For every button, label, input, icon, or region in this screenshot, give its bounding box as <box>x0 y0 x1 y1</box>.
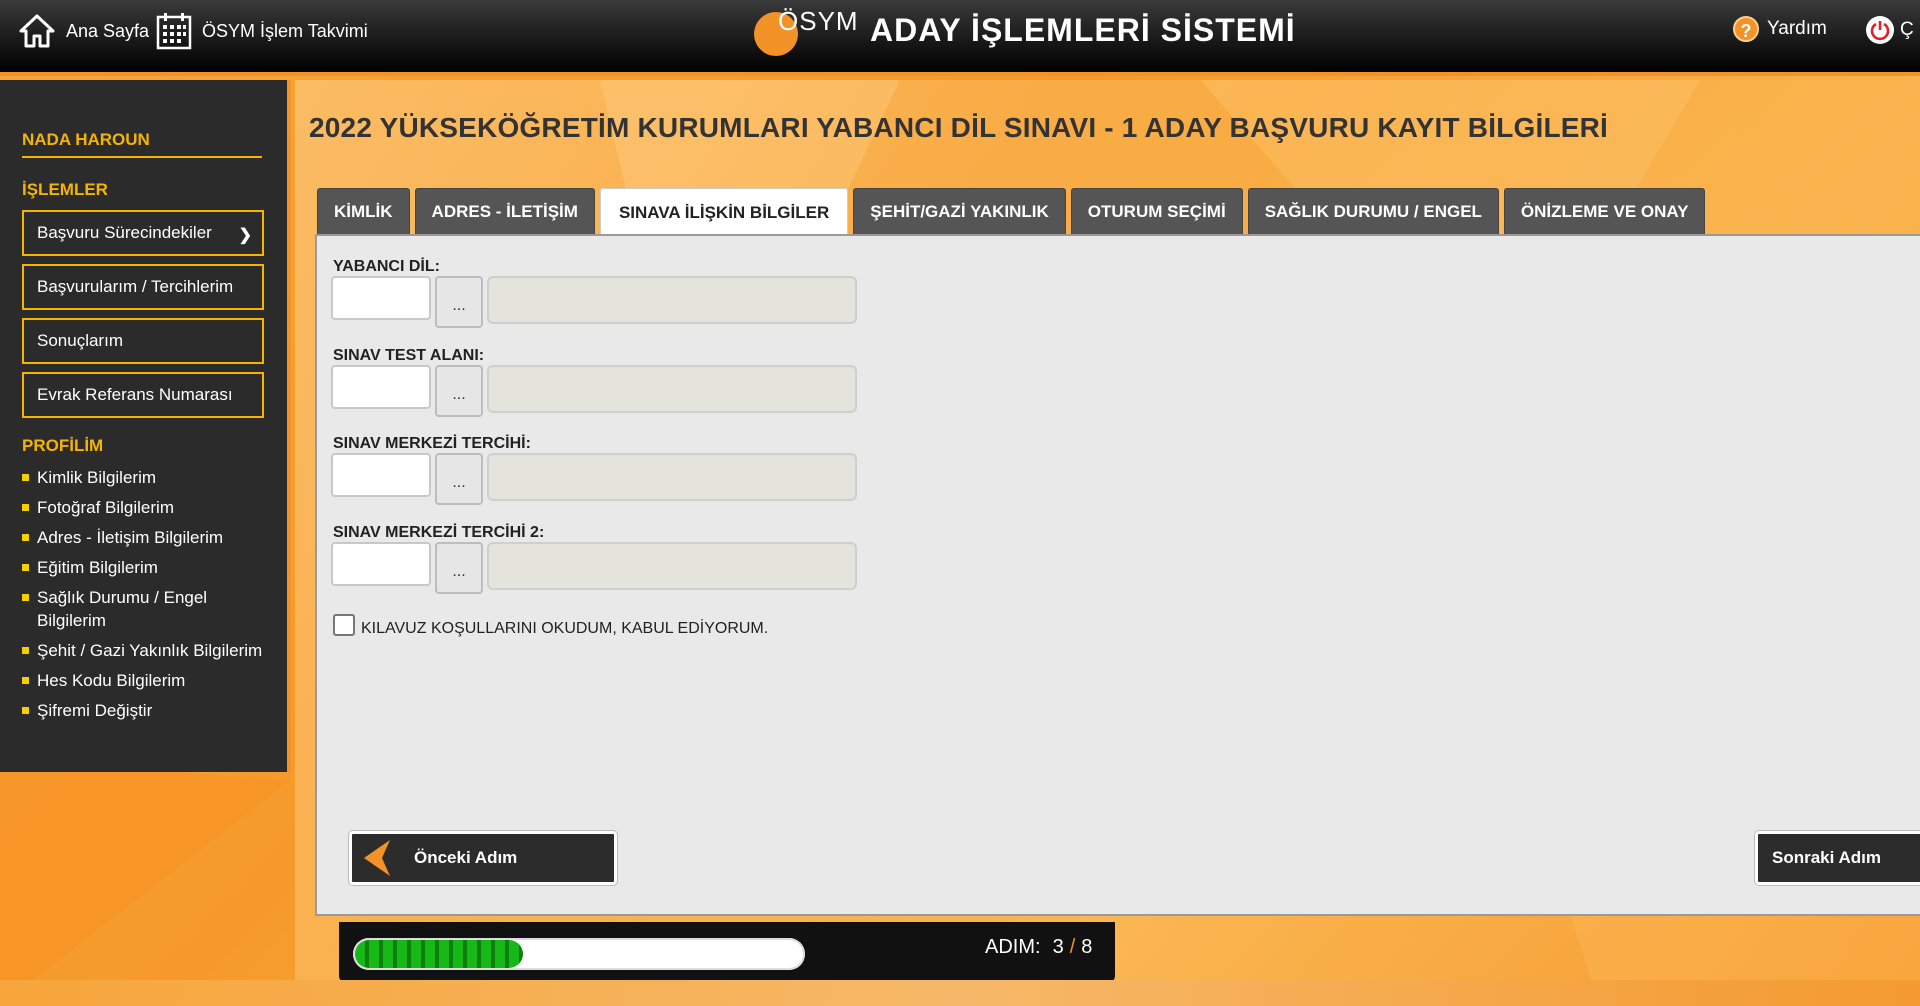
tab-address-contact[interactable]: ADRES - İLETİŞİM <box>414 188 595 234</box>
test-area-label: SINAV TEST ALANI: <box>333 347 485 364</box>
home-icon <box>18 12 56 50</box>
chevron-right-icon: ❯ <box>238 227 252 244</box>
step-current: 3 <box>1052 936 1064 958</box>
exam-center-2-code-input[interactable] <box>331 542 431 586</box>
main-content: 2022 YÜKSEKÖĞRETİM KURUMLARI YABANCI DİL… <box>295 80 1920 980</box>
exam-center-2-name-field <box>487 542 857 590</box>
tab-health-disability[interactable]: SAĞLIK DURUMU / ENGEL <box>1247 188 1499 234</box>
profile-item-hes-code[interactable]: Hes Kodu Bilgilerim <box>22 669 265 692</box>
home-label: Ana Sayfa <box>66 20 150 41</box>
calendar-link[interactable]: ÖSYM İşlem Takvimi <box>156 12 368 50</box>
sidebar-item-document-reference[interactable]: Evrak Referans Numarası <box>22 372 264 418</box>
next-step-button[interactable]: Sonraki Adım <box>1755 831 1920 885</box>
previous-step-button[interactable]: Önceki Adım <box>349 831 617 885</box>
help-label: Yardım <box>1767 18 1827 39</box>
tab-bar: KİMLİK ADRES - İLETİŞİM SINAVA İLİŞKİN B… <box>317 188 1706 236</box>
page-title: 2022 YÜKSEKÖĞRETİM KURUMLARI YABANCI DİL… <box>309 112 1609 143</box>
form-panel: YABANCI DİL: ... SINAV TEST ALANI: ... S… <box>315 234 1920 916</box>
exam-center-2-label: SINAV MERKEZİ TERCİHİ 2: <box>333 524 545 541</box>
sidebar-item-label: Evrak Referans Numarası <box>37 385 233 404</box>
sidebar-item-label: Sonuçlarım <box>37 331 123 350</box>
step-total: 8 <box>1081 936 1093 958</box>
foreign-language-lookup-button[interactable]: ... <box>435 276 483 328</box>
test-area-name-field <box>487 365 857 413</box>
bottom-strip <box>0 980 1920 1006</box>
test-area-lookup-button[interactable]: ... <box>435 365 483 417</box>
tab-preview-approval[interactable]: ÖNİZLEME VE ONAY <box>1503 188 1706 234</box>
exam-center-name-field <box>487 453 857 501</box>
tab-identity[interactable]: KİMLİK <box>317 188 410 234</box>
profile-item-address[interactable]: Adres - İletişim Bilgilerim <box>22 526 265 549</box>
profile-item-education[interactable]: Eğitim Bilgilerim <box>22 556 265 579</box>
profile-item-change-password[interactable]: Şifremi Değiştir <box>22 699 265 722</box>
test-area-code-input[interactable] <box>331 365 431 409</box>
profile-item-identity[interactable]: Kimlik Bilgilerim <box>22 466 265 489</box>
exam-center-label: SINAV MERKEZİ TERCİHİ: <box>333 435 531 452</box>
sidebar-item-my-results[interactable]: Sonuçlarım <box>22 318 264 364</box>
exam-center-lookup-button[interactable]: ... <box>435 453 483 505</box>
profile-item-health[interactable]: Sağlık Durumu / Engel Bilgilerim <box>22 586 265 632</box>
operations-title: İŞLEMLER <box>22 180 108 199</box>
power-icon <box>1866 16 1894 44</box>
home-link[interactable]: Ana Sayfa <box>18 12 149 50</box>
progress-fill <box>355 940 523 968</box>
step-label: ADIM: <box>985 936 1041 958</box>
agreement-row: KILAVUZ KOŞULLARINI OKUDUM, KABUL EDİYOR… <box>333 612 768 638</box>
calendar-icon <box>156 12 192 50</box>
exam-center-2-lookup-button[interactable]: ... <box>435 542 483 594</box>
help-link[interactable]: ? Yardım <box>1733 16 1827 42</box>
progress-track <box>353 938 805 970</box>
sidebar: NADA HAROUN İŞLEMLER Başvuru Sürecindeki… <box>0 80 291 772</box>
previous-step-label: Önceki Adım <box>414 848 518 867</box>
sidebar-item-label: Başvurularım / Tercihlerim <box>37 277 234 296</box>
sidebar-item-my-applications[interactable]: Başvurularım / Tercihlerim <box>22 264 264 310</box>
user-name: NADA HAROUN <box>22 130 262 158</box>
step-indicator: ADIM: 3 / 8 <box>985 936 1092 959</box>
exam-center-code-input[interactable] <box>331 453 431 497</box>
agreement-label: KILAVUZ KOŞULLARINI OKUDUM, KABUL EDİYOR… <box>361 620 769 637</box>
osym-logo: ÖSYM <box>752 6 862 56</box>
logo-text: ÖSYM <box>778 6 859 36</box>
sidebar-item-application-process[interactable]: Başvuru Sürecindekiler ❯ <box>22 210 264 256</box>
foreign-language-code-input[interactable] <box>331 276 431 320</box>
step-separator: / <box>1069 936 1076 958</box>
profile-item-photo[interactable]: Fotoğraf Bilgilerim <box>22 496 265 519</box>
agreement-checkbox[interactable] <box>333 614 355 636</box>
profile-item-martyr-veteran[interactable]: Şehit / Gazi Yakınlık Bilgilerim <box>22 639 265 662</box>
foreign-language-name-field <box>487 276 857 324</box>
tab-session-selection[interactable]: OTURUM SEÇİMİ <box>1070 188 1243 234</box>
top-bar: Ana Sayfa ÖSYM İşlem Takvimi ÖSYM ADAY İ… <box>0 0 1920 76</box>
tab-exam-info[interactable]: SINAVA İLİŞKİN BİLGİLER <box>599 188 849 236</box>
help-icon: ? <box>1733 16 1759 42</box>
logout-link[interactable]: Ç <box>1866 16 1914 44</box>
progress-bar-panel: ADIM: 3 / 8 <box>339 922 1115 982</box>
calendar-label: ÖSYM İşlem Takvimi <box>202 20 368 41</box>
sidebar-item-label: Başvuru Sürecindekiler <box>37 223 212 242</box>
brand-title: ADAY İŞLEMLERİ SİSTEMİ <box>870 11 1296 48</box>
foreign-language-label: YABANCI DİL: <box>333 258 440 275</box>
profile-title: PROFİLİM <box>22 436 104 455</box>
tab-martyr-veteran[interactable]: ŞEHİT/GAZİ YAKINLIK <box>853 188 1066 234</box>
profile-list: Kimlik Bilgilerim Fotoğraf Bilgilerim Ad… <box>22 466 265 722</box>
chevron-left-icon <box>364 840 390 876</box>
brand: ÖSYM ADAY İŞLEMLERİ SİSTEMİ <box>752 6 1296 56</box>
logout-label: Ç <box>1900 19 1914 40</box>
next-step-label: Sonraki Adım <box>1772 848 1881 867</box>
